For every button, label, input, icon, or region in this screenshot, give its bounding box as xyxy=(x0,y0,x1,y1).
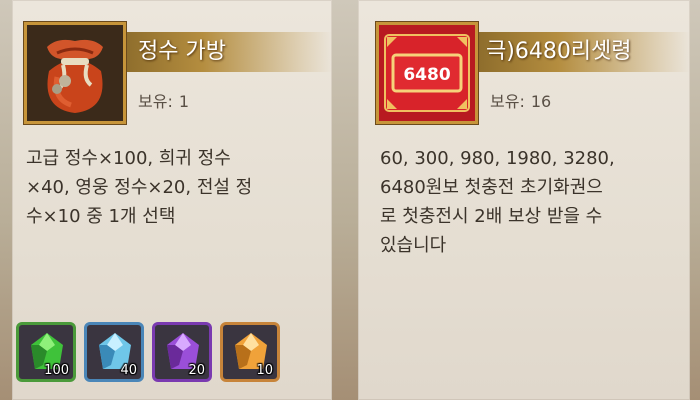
owned-label: 보유: xyxy=(138,92,173,111)
item-card-essence-pouch[interactable]: 정수 가방 보유: 1 고급 정수×100, 희귀 정수 ×40, 영웅 정수×2… xyxy=(12,0,332,400)
description-line: 6480원보 첫충전 초기화권으 xyxy=(380,177,603,198)
reward-qty: 20 xyxy=(188,363,205,378)
owned-value: 16 xyxy=(530,92,552,111)
description-line: 60, 300, 980, 1980, 3280, xyxy=(380,148,615,169)
background-right xyxy=(690,0,700,400)
essence-pouch-icon xyxy=(24,22,126,124)
background-middle xyxy=(332,0,358,400)
owned-value: 1 xyxy=(178,92,190,111)
reset-token-icon: 6480 xyxy=(376,22,478,124)
description-line: 로 첫충전시 2배 보상 받을 수 xyxy=(380,206,603,227)
owned-label: 보유: xyxy=(490,92,525,111)
reward-qty: 100 xyxy=(44,363,69,378)
reward-slot-blue[interactable]: 40 xyxy=(84,322,144,382)
background-left xyxy=(0,0,12,400)
item-description: 고급 정수×100, 희귀 정수 ×40, 영웅 정수×20, 전설 정 수×1… xyxy=(26,144,252,231)
reward-slot-purple[interactable]: 20 xyxy=(152,322,212,382)
reward-qty: 10 xyxy=(256,363,273,378)
reward-qty: 40 xyxy=(120,363,137,378)
item-title: 정수 가방 xyxy=(138,39,226,64)
description-line: 있습니다 xyxy=(380,235,447,256)
owned-count: 보유: 1 xyxy=(138,88,189,112)
description-line: 고급 정수×100, 희귀 정수 xyxy=(26,148,231,169)
reward-slot-orange[interactable]: 10 xyxy=(220,322,280,382)
item-card-reset-token[interactable]: 극)6480리셋령 6480 보유: 16 60, 300, 980, 1980,… xyxy=(358,0,690,400)
description-line: ×40, 영웅 정수×20, 전설 정 xyxy=(26,177,253,198)
item-description: 60, 300, 980, 1980, 3280, 6480원보 첫충전 초기화… xyxy=(380,144,615,260)
token-label: 6480 xyxy=(403,65,450,85)
description-line: 수×10 중 1개 선택 xyxy=(26,206,176,227)
owned-count: 보유: 16 xyxy=(490,88,551,112)
item-title: 극)6480리셋령 xyxy=(486,39,632,64)
reward-slot-green[interactable]: 100 xyxy=(16,322,76,382)
